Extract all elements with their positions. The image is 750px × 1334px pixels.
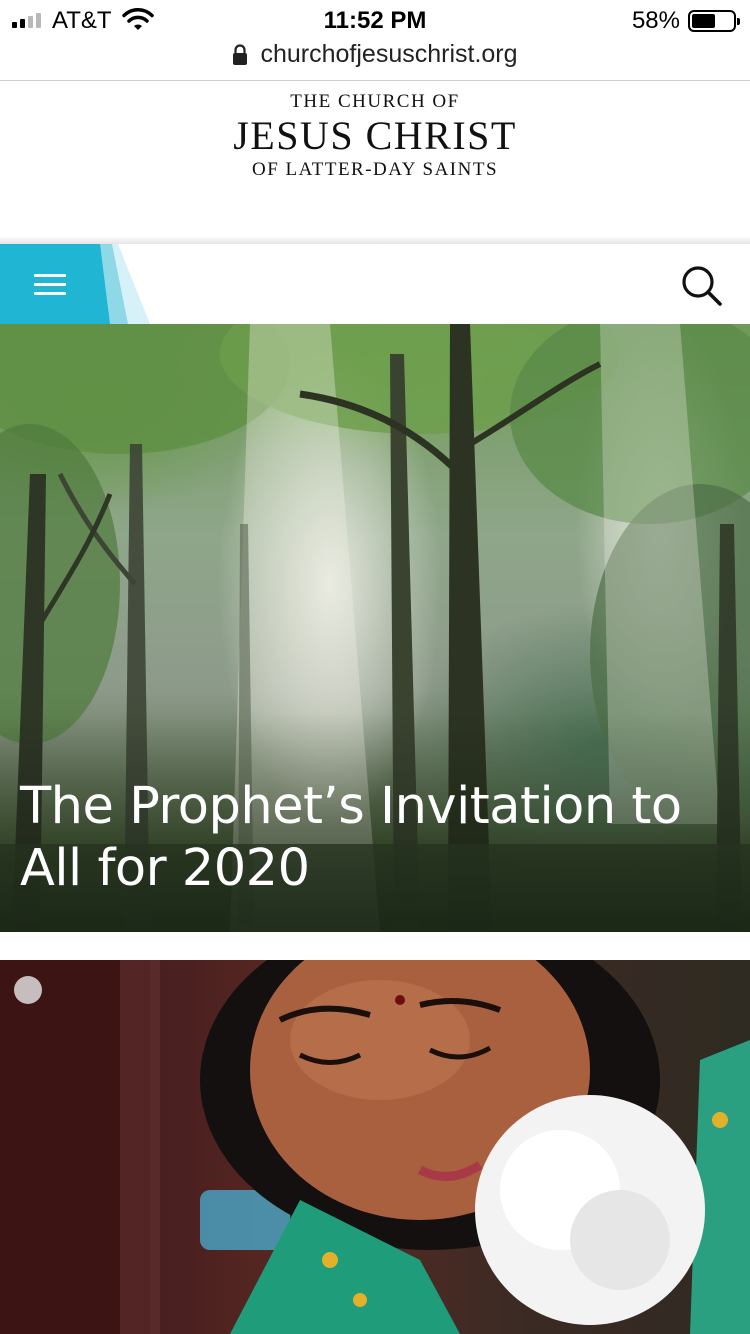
mother-child-photo [0,960,750,1334]
address-bar[interactable]: churchofjesuschrist.org [0,40,750,80]
lock-icon [233,43,248,65]
search-icon[interactable] [680,264,724,308]
url-text: churchofjesuschrist.org [260,40,518,68]
nav-shadow [0,236,750,244]
logo-line-3: OF LATTER-DAY SAINTS [251,159,499,180]
battery-icon [688,10,740,32]
navigation-bar [0,244,750,324]
hero-feature-card[interactable]: The Prophet’s Invitation to All for 2020 [0,324,750,932]
hero-title[interactable]: The Prophet’s Invitation to All for 2020 [20,776,735,900]
mother-child-feature-image[interactable] [0,960,750,1334]
status-bar: AT&T 11:52 PM 58% [0,0,750,40]
toolbar-divider [0,80,750,81]
logo-line-1: THE CHURCH OF [290,91,460,112]
hamburger-menu-icon[interactable] [0,244,100,324]
battery-percent: 58% [631,7,680,34]
logo-line-2: JESUS CHRIST [233,113,517,158]
church-logo[interactable]: THE CHURCH OF JESUS CHRIST OF LATTER-DAY… [0,90,750,182]
